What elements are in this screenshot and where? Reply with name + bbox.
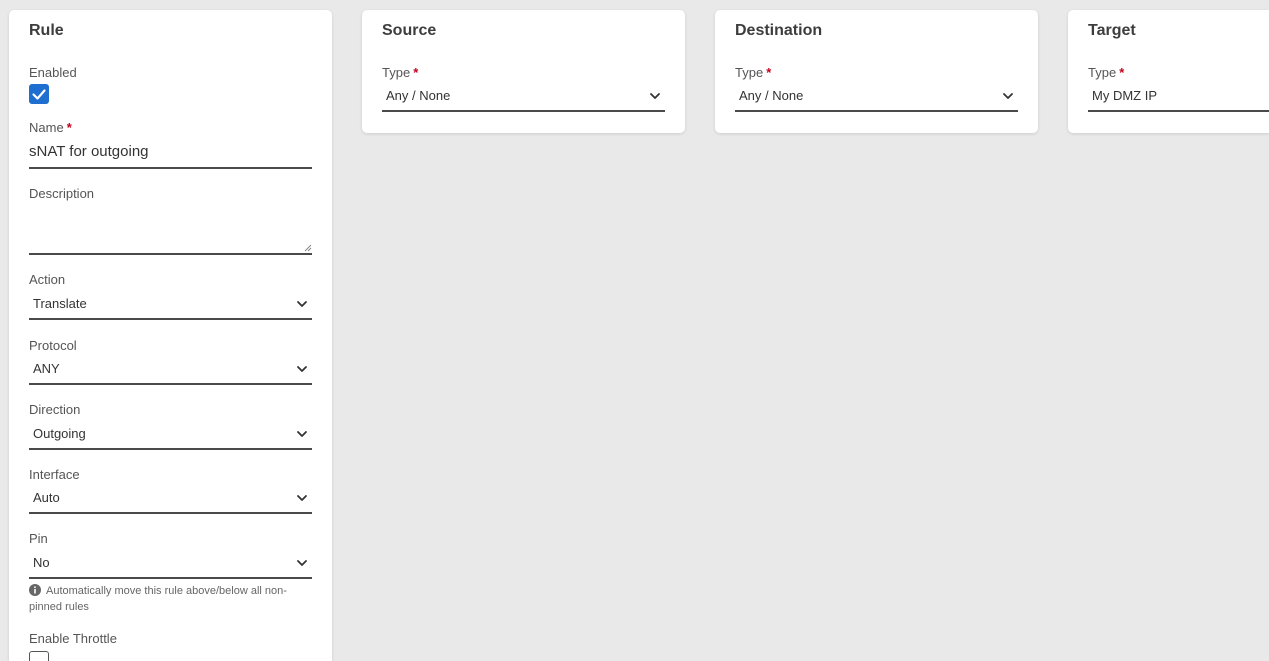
enabled-label: Enabled — [29, 65, 77, 80]
target-type-select[interactable]: My DMZ IP — [1088, 86, 1269, 112]
pin-select-value: No — [33, 555, 50, 570]
pin-label: Pin — [29, 531, 48, 546]
source-type-label-text: Type — [382, 65, 411, 80]
action-select-value: Translate — [33, 296, 87, 311]
target-type-value: My DMZ IP — [1092, 88, 1157, 103]
chevron-down-icon — [649, 90, 661, 102]
name-label: Name * — [29, 120, 72, 135]
pin-help-message: Automatically move this rule above/below… — [29, 585, 287, 613]
source-card: Source Type * Any / None — [362, 10, 685, 133]
name-label-text: Name — [29, 120, 64, 135]
rule-card: Rule Enabled Name * sNAT for outgoing Des… — [9, 10, 332, 661]
name-input-value: sNAT for outgoing — [29, 143, 149, 160]
info-icon — [29, 584, 41, 596]
description-textarea[interactable] — [29, 208, 312, 255]
source-type-label: Type * — [382, 65, 418, 80]
resize-grip-icon[interactable] — [304, 244, 312, 252]
enable-throttle-label: Enable Throttle — [29, 631, 117, 646]
pin-select[interactable]: No — [29, 553, 312, 579]
chevron-down-icon — [1002, 90, 1014, 102]
destination-type-label: Type * — [735, 65, 771, 80]
description-label: Description — [29, 186, 95, 201]
enable-throttle-checkbox[interactable] — [29, 651, 49, 661]
required-asterisk: * — [1119, 65, 1125, 80]
direction-select[interactable]: Outgoing — [29, 424, 312, 450]
pin-help-text: Automatically move this rule above/below… — [29, 583, 304, 615]
target-type-label-text: Type — [1088, 65, 1117, 80]
protocol-select-value: ANY — [33, 361, 60, 376]
source-card-title: Source — [382, 22, 437, 39]
chevron-down-icon — [296, 363, 308, 375]
action-label: Action — [29, 272, 66, 287]
required-asterisk: * — [66, 120, 72, 135]
check-icon — [32, 89, 46, 100]
protocol-label: Protocol — [29, 338, 77, 353]
target-card: Target Type * My DMZ IP — [1068, 10, 1269, 133]
chevron-down-icon — [296, 492, 308, 504]
chevron-down-icon — [296, 557, 308, 569]
direction-select-value: Outgoing — [33, 426, 86, 441]
destination-card-title: Destination — [735, 22, 823, 39]
required-asterisk: * — [766, 65, 772, 80]
interface-label: Interface — [29, 467, 80, 482]
interface-select[interactable]: Auto — [29, 488, 312, 514]
destination-card: Destination Type * Any / None — [715, 10, 1038, 133]
protocol-select[interactable]: ANY — [29, 359, 312, 385]
name-input[interactable]: sNAT for outgoing — [29, 141, 312, 169]
action-select[interactable]: Translate — [29, 294, 312, 320]
destination-type-value: Any / None — [739, 88, 804, 103]
destination-type-label-text: Type — [735, 65, 764, 80]
chevron-down-icon — [296, 298, 308, 310]
interface-select-value: Auto — [33, 490, 60, 505]
direction-label: Direction — [29, 402, 81, 417]
source-type-value: Any / None — [386, 88, 451, 103]
destination-type-select[interactable]: Any / None — [735, 86, 1018, 112]
required-asterisk: * — [413, 65, 419, 80]
enabled-checkbox[interactable] — [29, 84, 49, 104]
target-type-label: Type * — [1088, 65, 1124, 80]
chevron-down-icon — [296, 428, 308, 440]
source-type-select[interactable]: Any / None — [382, 86, 665, 112]
rule-card-title: Rule — [29, 22, 64, 39]
target-card-title: Target — [1088, 22, 1136, 39]
